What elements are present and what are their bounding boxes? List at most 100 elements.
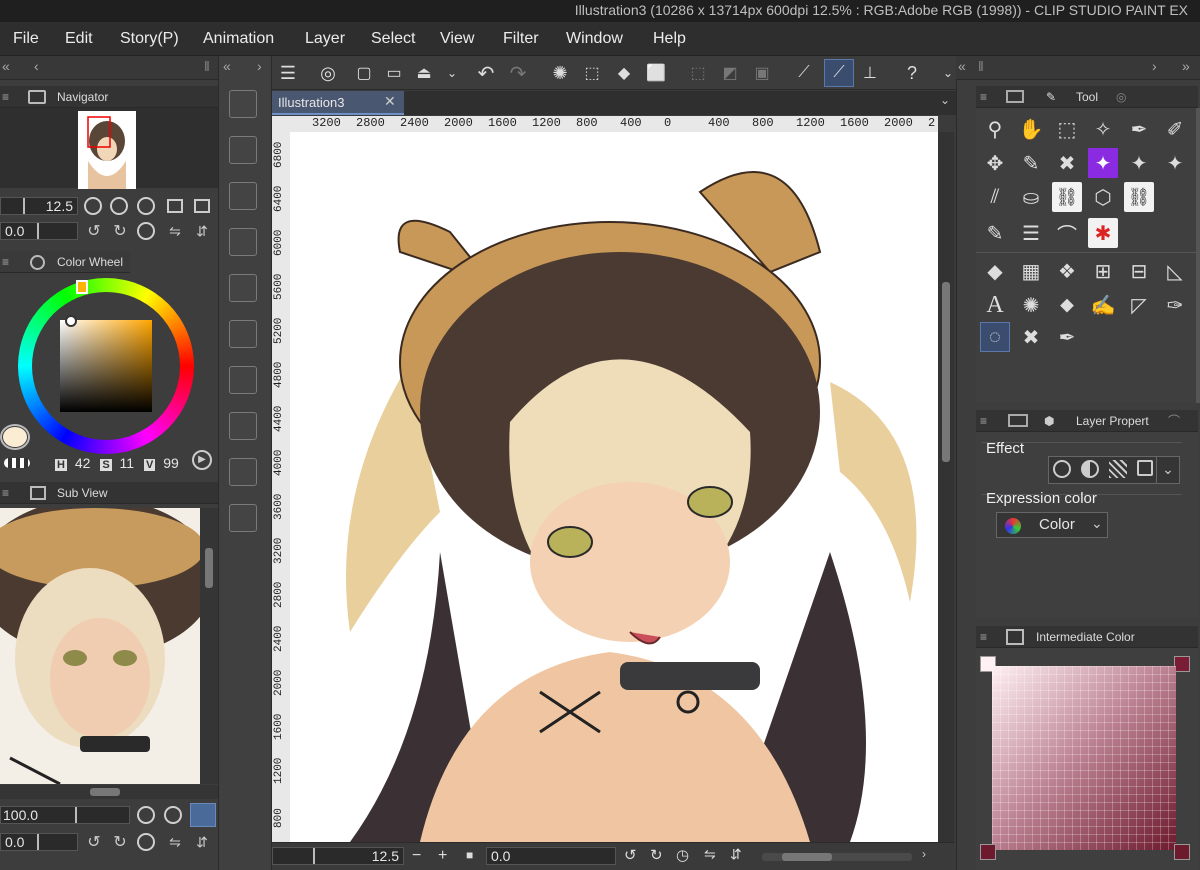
menu-edit[interactable]: Edit <box>65 30 93 48</box>
eyedropper-tool-icon[interactable]: ✒ <box>1124 114 1154 144</box>
canvas-reset-rotation-icon[interactable]: ◷ <box>676 846 689 864</box>
right-dock-grip-icon[interactable]: ‖ <box>978 58 984 74</box>
sub-reset-rotation-icon[interactable] <box>137 833 155 851</box>
move-tool-icon[interactable]: ✥ <box>980 148 1010 178</box>
image-icon[interactable] <box>229 412 257 440</box>
menu-help[interactable]: Help <box>653 30 686 48</box>
canvas-rotate-left-icon[interactable]: ↺ <box>624 846 637 864</box>
canvas-hscrollbar[interactable] <box>762 853 912 861</box>
menu-layer[interactable]: Layer <box>305 30 345 48</box>
canvas-zoom-out-icon[interactable]: − <box>412 847 421 865</box>
sub-flip-vertical-icon[interactable]: ⇵ <box>190 830 214 854</box>
menu-file[interactable]: File <box>13 30 39 48</box>
fit-navigator-icon[interactable] <box>163 194 187 218</box>
save-icon[interactable] <box>229 182 257 210</box>
open-folder-icon[interactable]: ▭ <box>382 61 406 85</box>
chevron-right-icon[interactable]: › <box>1152 58 1157 74</box>
selection-tool-icon[interactable]: ⬚ <box>1052 114 1082 144</box>
tool-panel-scrollbar[interactable] <box>1196 108 1200 403</box>
undo-icon[interactable]: ↶ <box>474 61 498 85</box>
tab-list-dropdown-icon[interactable]: ⌄ <box>940 93 950 107</box>
border-effect-icon[interactable] <box>1053 460 1071 478</box>
vertical-ruler[interactable]: 6800 6400 6000 5600 5200 4800 4400 4000 … <box>272 132 290 842</box>
expand-sidebar-icon[interactable]: › <box>257 58 262 74</box>
fill-tool-icon[interactable]: ◆ <box>980 256 1010 286</box>
expand-right-icon[interactable]: » <box>1182 58 1190 74</box>
panel-menu-icon[interactable]: ≡ <box>2 86 9 108</box>
clear-icon[interactable]: ✺ <box>548 61 572 85</box>
zoom-tool-icon[interactable]: ⚲ <box>980 114 1010 144</box>
ruler-tool-icon[interactable]: ◺ <box>1160 256 1190 286</box>
transparent-color-icon[interactable] <box>4 458 30 468</box>
actual-size-icon[interactable] <box>137 197 155 215</box>
color-wheel[interactable] <box>18 278 194 454</box>
sparkle-brush-tool-icon[interactable]: ✦ <box>1088 148 1118 178</box>
canvas-flip-vertical-icon[interactable]: ⇵ <box>730 846 742 863</box>
panel-menu-icon[interactable]: ≡ <box>980 626 987 648</box>
sub-view-fit-icon[interactable] <box>190 803 216 827</box>
eraser-tool-icon[interactable]: ⬥ <box>1052 290 1082 320</box>
sub-rotate-left-icon[interactable]: ↺ <box>82 830 106 854</box>
help-icon[interactable]: ? <box>900 61 924 85</box>
table-alt-icon[interactable] <box>229 504 257 532</box>
pen-tool-icon[interactable]: ✐ <box>1160 114 1190 144</box>
show-selection-icon[interactable]: ▣ <box>750 61 774 85</box>
canvas-vscrollbar[interactable] <box>938 132 954 842</box>
sub-view-hscrollbar[interactable] <box>0 785 218 799</box>
color-history-tab-icon[interactable]: ◎ <box>1116 86 1126 108</box>
expression-color-select[interactable]: Color ⌄ <box>996 512 1108 538</box>
collapse-left-icon[interactable]: « <box>2 58 10 74</box>
document-tab[interactable]: Illustration3 ✕ <box>272 91 404 115</box>
paint-bucket-icon[interactable]: ◆ <box>612 61 636 85</box>
tool-tab-icon[interactable]: ✎ <box>1046 86 1056 108</box>
canvas-rotate-right-icon[interactable]: ↻ <box>650 846 663 864</box>
new-document-icon[interactable]: ▢ <box>352 61 376 85</box>
panel-menu-icon[interactable]: ≡ <box>980 86 987 108</box>
panel-menu-icon[interactable]: ≡ <box>980 410 987 432</box>
clip-studio-icon[interactable]: ◎ <box>316 61 340 85</box>
sub-view-zoom-in-icon[interactable] <box>164 806 182 824</box>
reset-rotation-icon[interactable] <box>137 222 155 240</box>
watercolor-tool-icon[interactable]: ❖ <box>1052 256 1082 286</box>
emphasis-tool-icon[interactable]: ✱ <box>1088 218 1118 248</box>
canvas-rotate-slider[interactable]: 0.0 <box>486 847 616 865</box>
frame-tool-icon[interactable]: ⊞ <box>1088 256 1118 286</box>
watercolor-edge-icon[interactable] <box>1081 460 1099 478</box>
hatching-tool-icon[interactable]: ⫽ <box>980 182 1010 212</box>
blend-tool-icon[interactable]: ✎ <box>980 218 1010 248</box>
sub-view-zoom-slider[interactable]: 100.0 <box>0 806 130 824</box>
page-icon[interactable] <box>229 320 257 348</box>
deco-cross-tool-icon[interactable]: ✖ <box>1016 322 1046 352</box>
lasso-tool-icon[interactable]: ◌ <box>980 322 1010 352</box>
layer-property-tab-icon[interactable]: ⬢ <box>1044 410 1054 432</box>
sub-view-rotate-slider[interactable]: 0.0 <box>0 833 78 851</box>
sub-view-scrollbar[interactable] <box>200 508 218 784</box>
table-icon[interactable] <box>229 458 257 486</box>
grid-icon[interactable] <box>229 274 257 302</box>
export-dropdown-icon[interactable]: ⌄ <box>440 61 464 85</box>
rotate-left-icon[interactable]: ↺ <box>82 219 106 243</box>
collapse-right-icon[interactable]: « <box>958 58 966 74</box>
sub-view-zoom-out-icon[interactable] <box>137 806 155 824</box>
layer-tab-more-icon[interactable]: ⌒ <box>1168 410 1180 432</box>
dock-grip-icon[interactable]: ‖ <box>204 58 210 74</box>
chain-alt-tool-icon[interactable]: ⛓ <box>1124 182 1154 212</box>
saturation-value-square[interactable] <box>60 320 152 412</box>
canvas-flip-horizontal-icon[interactable]: ⇋ <box>704 846 716 863</box>
fill-selection-icon[interactable]: ⬚ <box>580 61 604 85</box>
effect-dropdown-icon[interactable]: ⌄ <box>1156 456 1180 484</box>
close-file-icon[interactable] <box>229 228 257 256</box>
airbrush-tool-icon[interactable]: ⛀ <box>1016 182 1046 212</box>
ruler-snap-icon[interactable]: ⟋ <box>792 61 816 85</box>
marker-tool-icon[interactable]: ✑ <box>1160 290 1190 320</box>
navigator-rotate-slider[interactable]: 0.0 <box>0 222 78 240</box>
invert-selection-icon[interactable]: ◩ <box>718 61 742 85</box>
snap-grid-icon[interactable]: ⊥ <box>858 61 882 85</box>
menu-view[interactable]: View <box>440 30 474 48</box>
text-tool-icon[interactable]: A <box>980 290 1010 320</box>
canvas-zoom-slider[interactable]: 12.5 <box>272 847 404 865</box>
scroll-right-icon[interactable]: › <box>922 847 926 861</box>
navigator-zoom-slider[interactable]: 12.5 <box>0 197 78 215</box>
menu-filter[interactable]: Filter <box>503 30 539 48</box>
collapse-sidebar-icon[interactable]: « <box>223 58 231 74</box>
